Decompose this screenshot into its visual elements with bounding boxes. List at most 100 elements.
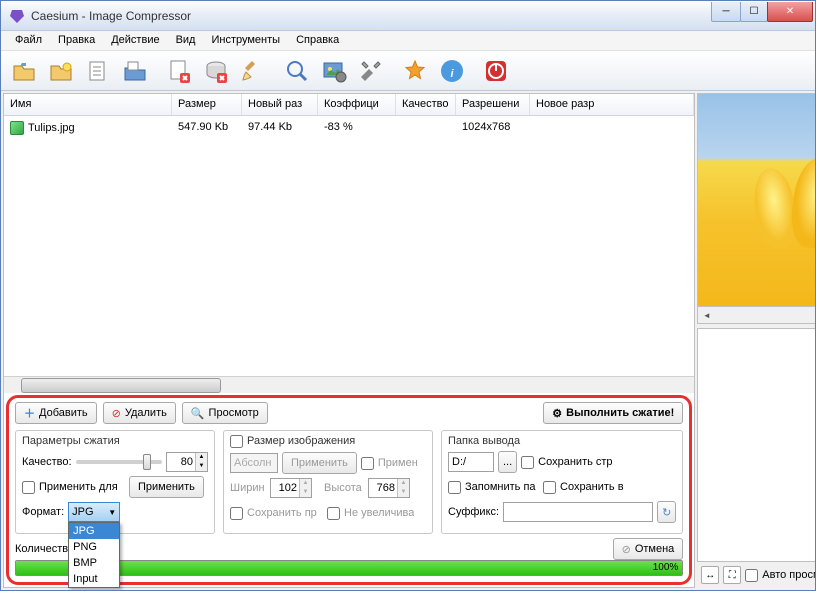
fit-screen-icon[interactable]: ⛶ bbox=[723, 566, 741, 584]
horizontal-scrollbar[interactable] bbox=[4, 376, 694, 393]
table-row[interactable]: Tulips.jpg 547.90 Kb 97.44 Kb -83 % 1024… bbox=[4, 116, 694, 140]
minimize-button[interactable]: ─ bbox=[711, 2, 741, 22]
remove-file-icon[interactable] bbox=[162, 54, 196, 88]
suffix-input[interactable] bbox=[503, 502, 653, 522]
content-area: Имя Размер Новый раз Коэффици Качество Р… bbox=[1, 91, 815, 590]
add-button[interactable]: ＋Добавить bbox=[15, 402, 97, 424]
progress-value: 100% bbox=[653, 562, 679, 573]
suffix-label: Суффикс: bbox=[448, 506, 499, 518]
quality-label: Качество: bbox=[22, 456, 72, 468]
maximize-button[interactable]: ☐ bbox=[740, 2, 768, 22]
menu-tools[interactable]: Инструменты bbox=[203, 31, 288, 50]
brush-icon[interactable] bbox=[236, 54, 270, 88]
format-option-bmp[interactable]: BMP bbox=[69, 555, 119, 571]
image-settings-icon[interactable] bbox=[317, 54, 351, 88]
menu-edit[interactable]: Правка bbox=[50, 31, 103, 50]
preview-compressed[interactable] bbox=[697, 328, 815, 562]
fit-width-icon[interactable]: ↔ bbox=[701, 566, 719, 584]
table-body[interactable]: Tulips.jpg 547.90 Kb 97.44 Kb -83 % 1024… bbox=[4, 116, 694, 376]
save-in-checkbox[interactable] bbox=[543, 481, 556, 494]
remove-drive-icon[interactable] bbox=[199, 54, 233, 88]
control-panel: ＋Добавить ⊘Удалить 🔍Просмотр ⚙Выполнить … bbox=[6, 395, 692, 585]
cell-quality bbox=[396, 119, 456, 137]
apply-all-label: Применить для bbox=[39, 481, 125, 493]
resize-group-title: Размер изображения bbox=[247, 435, 355, 448]
format-select[interactable]: JPG▼ JPG PNG BMP Input bbox=[68, 502, 120, 522]
info-icon[interactable]: i bbox=[435, 54, 469, 88]
output-path-input[interactable] bbox=[448, 452, 494, 472]
resize-mode-select[interactable] bbox=[230, 453, 278, 473]
cancel-button[interactable]: ⊘Отмена bbox=[613, 538, 684, 560]
remove-button[interactable]: ⊘Удалить bbox=[103, 402, 176, 424]
quality-spinner[interactable]: ▲▼ bbox=[166, 452, 208, 472]
resize-apply-button[interactable]: Применить bbox=[282, 452, 357, 474]
column-resolution[interactable]: Разрешени bbox=[456, 94, 530, 115]
resize-enable-checkbox[interactable] bbox=[230, 435, 243, 448]
no-enlarge-checkbox[interactable] bbox=[327, 507, 340, 520]
suffix-reset-button[interactable]: ↻ bbox=[657, 501, 676, 523]
column-size[interactable]: Размер bbox=[172, 94, 242, 115]
column-name[interactable]: Имя bbox=[4, 94, 172, 115]
format-option-input[interactable]: Input bbox=[69, 571, 119, 587]
tools-icon[interactable] bbox=[354, 54, 388, 88]
cell-resolution: 1024x768 bbox=[456, 119, 530, 137]
height-spinner[interactable]: ▲▼ bbox=[368, 478, 410, 498]
auto-preview-checkbox[interactable] bbox=[745, 569, 758, 582]
magnifier-icon[interactable] bbox=[280, 54, 314, 88]
browse-button[interactable]: ... bbox=[498, 451, 517, 473]
preview-scrollbar[interactable]: ◄► bbox=[697, 307, 815, 324]
compression-group: Параметры сжатия Качество: ▲▼ Применить … bbox=[15, 430, 215, 534]
keep-structure-checkbox[interactable] bbox=[521, 456, 534, 469]
column-new-res[interactable]: Новое разр bbox=[530, 94, 694, 115]
width-spinner[interactable]: ▲▼ bbox=[270, 478, 312, 498]
add-list-icon[interactable] bbox=[81, 54, 115, 88]
preview-original[interactable] bbox=[697, 93, 815, 307]
remember-path-checkbox[interactable] bbox=[448, 481, 461, 494]
preview-button[interactable]: 🔍Просмотр bbox=[182, 402, 268, 424]
compress-button[interactable]: ⚙Выполнить сжатие! bbox=[543, 402, 683, 424]
remember-path-label: Запомнить па bbox=[465, 481, 539, 493]
table-header: Имя Размер Новый раз Коэффици Качество Р… bbox=[4, 94, 694, 116]
column-quality[interactable]: Качество bbox=[396, 94, 456, 115]
window-title: Caesium - Image Compressor bbox=[31, 9, 712, 23]
menu-file[interactable]: Файл bbox=[7, 31, 50, 50]
cell-new-size: 97.44 Kb bbox=[242, 119, 318, 137]
compression-group-title: Параметры сжатия bbox=[22, 435, 208, 447]
column-new-size[interactable]: Новый раз bbox=[242, 94, 318, 115]
cell-ratio: -83 % bbox=[318, 119, 396, 137]
cell-new-res bbox=[530, 119, 694, 137]
app-window: Caesium - Image Compressor ─ ☐ ✕ Файл Пр… bbox=[0, 0, 816, 591]
auto-preview-label: Авто просмотр bbox=[762, 569, 815, 581]
quality-slider[interactable] bbox=[76, 460, 162, 464]
resize-apply-cb-label: Примен bbox=[378, 457, 418, 469]
output-group-title: Папка вывода bbox=[448, 435, 676, 447]
resize-apply-checkbox[interactable] bbox=[361, 457, 374, 470]
star-icon[interactable] bbox=[398, 54, 432, 88]
menu-view[interactable]: Вид bbox=[168, 31, 204, 50]
keep-structure-label: Сохранить стр bbox=[538, 456, 612, 468]
format-option-jpg[interactable]: JPG bbox=[69, 523, 119, 539]
close-button[interactable]: ✕ bbox=[767, 2, 813, 22]
power-icon[interactable] bbox=[479, 54, 513, 88]
format-dropdown[interactable]: JPG PNG BMP Input bbox=[68, 522, 120, 588]
height-label: Высота bbox=[324, 482, 364, 494]
menu-help[interactable]: Справка bbox=[288, 31, 347, 50]
open-folder-icon[interactable] bbox=[44, 54, 78, 88]
cell-size: 547.90 Kb bbox=[172, 119, 242, 137]
preview-controls: ↔ ⛶ Авто просмотр − + bbox=[697, 562, 815, 588]
file-list-pane: Имя Размер Новый раз Коэффици Качество Р… bbox=[3, 93, 695, 588]
format-option-png[interactable]: PNG bbox=[69, 539, 119, 555]
save-in-label: Сохранить в bbox=[560, 481, 624, 493]
open-file-icon[interactable] bbox=[7, 54, 41, 88]
save-list-icon[interactable] bbox=[118, 54, 152, 88]
menu-action[interactable]: Действие bbox=[103, 31, 167, 50]
titlebar[interactable]: Caesium - Image Compressor ─ ☐ ✕ bbox=[1, 1, 815, 31]
apply-button[interactable]: Применить bbox=[129, 476, 204, 498]
column-ratio[interactable]: Коэффици bbox=[318, 94, 396, 115]
file-type-icon bbox=[10, 121, 24, 135]
apply-all-checkbox[interactable] bbox=[22, 481, 35, 494]
menubar: Файл Правка Действие Вид Инструменты Спр… bbox=[1, 31, 815, 51]
preview-pane: ◄► ↔ ⛶ Авто просмотр − + bbox=[697, 93, 815, 588]
width-label: Ширин bbox=[230, 482, 266, 494]
keep-ratio-checkbox[interactable] bbox=[230, 507, 243, 520]
